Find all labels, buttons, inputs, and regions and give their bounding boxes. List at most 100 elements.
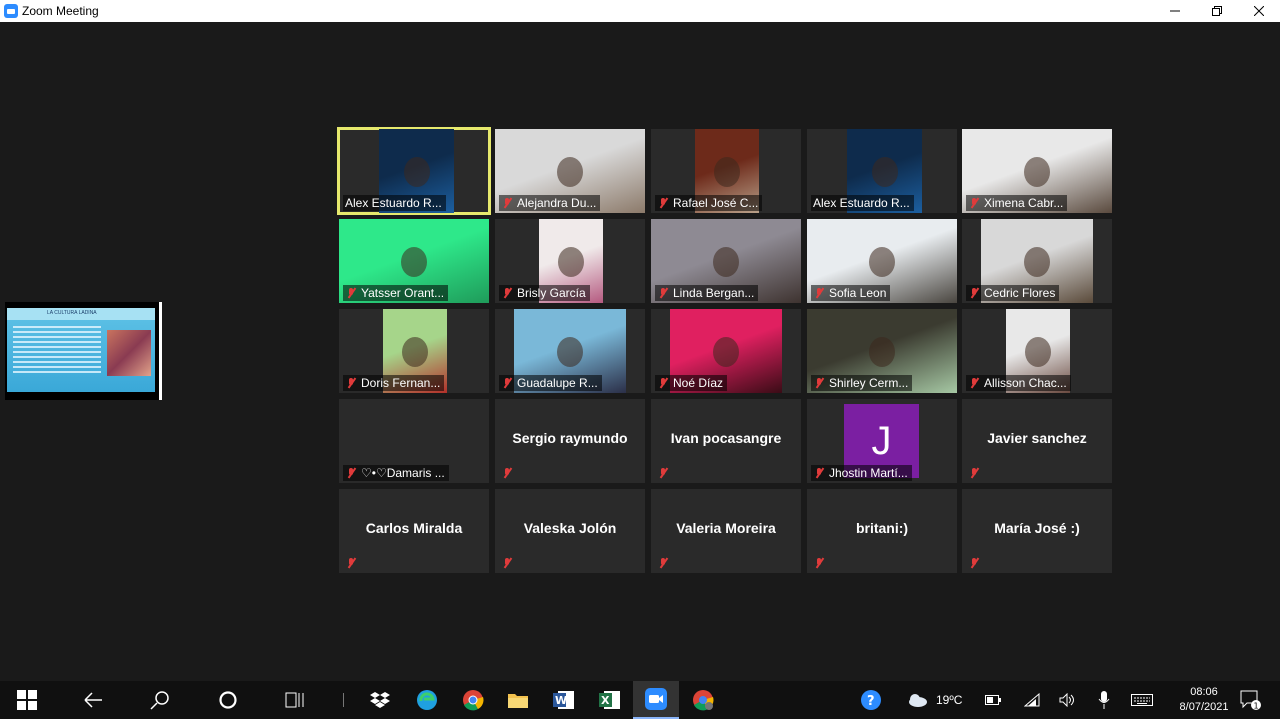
participant-tile[interactable]: Doris Fernan... (339, 309, 489, 393)
file-explorer-button[interactable] (495, 681, 541, 719)
chrome-button[interactable] (450, 681, 496, 719)
muted-mic-icon (968, 467, 980, 479)
weather-widget[interactable]: 19ºC (906, 681, 962, 719)
restore-icon (1212, 6, 1222, 16)
microphone-icon (1098, 691, 1110, 709)
muted-mic-icon (501, 197, 513, 209)
notifications-button[interactable]: 1 (1240, 681, 1262, 719)
close-button[interactable] (1238, 0, 1280, 22)
participant-tile[interactable]: Sofia Leon (807, 219, 957, 303)
participant-tile[interactable]: Rafael José C... (651, 129, 801, 213)
minimize-icon (1170, 10, 1180, 12)
taskbar-clock[interactable]: 08:06 8/07/2021 (1174, 685, 1234, 715)
shared-slide: LA CULTURA LADINA (7, 308, 155, 392)
participant-mute-indicator (499, 555, 521, 571)
participant-tile[interactable]: Linda Bergan... (651, 219, 801, 303)
participant-name: Jhostin Martí... (829, 466, 908, 480)
participant-tile[interactable]: J Jhostin Martí... (807, 399, 957, 483)
participant-tile[interactable]: Alex Estuardo R... (807, 129, 957, 213)
muted-mic-icon (657, 557, 669, 569)
battery-icon (985, 695, 1001, 705)
clock-time: 08:06 (1190, 686, 1218, 698)
participant-tile[interactable]: Alejandra Du... (495, 129, 645, 213)
participant-display-name: Valeria Moreira (676, 520, 776, 536)
participant-tile[interactable]: Guadalupe R... (495, 309, 645, 393)
notification-icon: 1 (1240, 690, 1261, 710)
word-button[interactable]: W (541, 681, 587, 719)
muted-mic-icon (501, 287, 513, 299)
muted-mic-icon (345, 287, 357, 299)
excel-icon: X (599, 691, 620, 709)
participant-name: Sofia Leon (829, 286, 887, 300)
back-button[interactable] (70, 681, 116, 719)
volume-tray-icon[interactable] (1059, 681, 1077, 719)
participant-tile[interactable]: Sergio raymundo (495, 399, 645, 483)
participant-display-name: britani:) (855, 520, 909, 536)
restore-button[interactable] (1196, 0, 1238, 22)
svg-text:X: X (601, 694, 610, 707)
participant-tile[interactable]: Ximena Cabr... (962, 129, 1112, 213)
participant-silhouette (713, 337, 739, 367)
participant-tile[interactable]: Carlos Miralda (339, 489, 489, 573)
zoom-icon (645, 688, 667, 710)
participant-tile[interactable]: Yatsser Orant... (339, 219, 489, 303)
participant-tile[interactable]: Noé Díaz (651, 309, 801, 393)
dropbox-button[interactable] (357, 681, 403, 719)
participant-name-label: Allisson Chac... (966, 375, 1071, 391)
participant-name-label: Yatsser Orant... (343, 285, 449, 301)
microphone-tray-icon[interactable] (1098, 681, 1110, 719)
participant-silhouette (557, 337, 583, 367)
speaker-icon (1059, 693, 1074, 707)
muted-mic-icon (657, 467, 669, 479)
participant-tile[interactable]: Javier sanchez (962, 399, 1112, 483)
participant-name-label: Linda Bergan... (655, 285, 759, 301)
task-view-button[interactable] (272, 681, 318, 719)
search-button[interactable] (137, 681, 183, 719)
participant-name-label: Rafael José C... (655, 195, 763, 211)
participant-tile[interactable]: ♡•♡Damaris ... (339, 399, 489, 483)
help-tray-icon[interactable]: ? (860, 681, 882, 719)
slide-text (13, 326, 101, 376)
muted-mic-icon (968, 287, 980, 299)
participant-mute-indicator (343, 555, 365, 571)
participant-name-label: Brisly García (499, 285, 590, 301)
participant-name-label: Sofia Leon (811, 285, 891, 301)
participant-tile[interactable]: Cedric Flores (962, 219, 1112, 303)
participant-silhouette (869, 247, 895, 277)
minimize-button[interactable] (1154, 0, 1196, 22)
zoom-taskbar-button[interactable] (633, 681, 679, 719)
keyboard-tray-icon[interactable] (1131, 681, 1153, 719)
participant-tile[interactable]: María José :) (962, 489, 1112, 573)
participant-name: Yatsser Orant... (361, 286, 445, 300)
participant-silhouette (871, 157, 898, 187)
participant-name: Alex Estuardo R... (345, 196, 442, 210)
muted-mic-icon (657, 377, 669, 389)
window-titlebar: Zoom Meeting (0, 0, 1280, 22)
participant-tile[interactable]: Shirley Cerm... (807, 309, 957, 393)
participant-name: Allisson Chac... (984, 376, 1067, 390)
participant-name-label: Alex Estuardo R... (811, 195, 914, 211)
excel-button[interactable]: X (587, 681, 633, 719)
chrome-profile-button[interactable] (680, 681, 726, 719)
start-button[interactable] (4, 681, 50, 719)
shared-screen-thumbnail[interactable]: LA CULTURA LADINA (5, 302, 162, 400)
edge-button[interactable] (404, 681, 450, 719)
participant-silhouette (1024, 157, 1050, 187)
participant-tile[interactable]: Ivan pocasangre (651, 399, 801, 483)
battery-tray-icon[interactable] (985, 681, 1001, 719)
participant-name: Brisly García (517, 286, 586, 300)
muted-mic-icon (813, 377, 825, 389)
chrome-icon (463, 690, 484, 711)
network-tray-icon[interactable] (1024, 681, 1040, 719)
participant-tile[interactable]: Brisly García (495, 219, 645, 303)
participant-tile[interactable]: Alex Estuardo R... (337, 127, 491, 215)
windows-icon (17, 690, 37, 710)
participant-tile[interactable]: britani:) (807, 489, 957, 573)
participant-display-name: María José :) (994, 520, 1080, 536)
muted-mic-icon (501, 377, 513, 389)
participant-tile[interactable]: Valeska Jolón (495, 489, 645, 573)
cortana-button[interactable] (205, 681, 251, 719)
muted-mic-icon (345, 557, 357, 569)
participant-tile[interactable]: Valeria Moreira (651, 489, 801, 573)
participant-tile[interactable]: Allisson Chac... (962, 309, 1112, 393)
